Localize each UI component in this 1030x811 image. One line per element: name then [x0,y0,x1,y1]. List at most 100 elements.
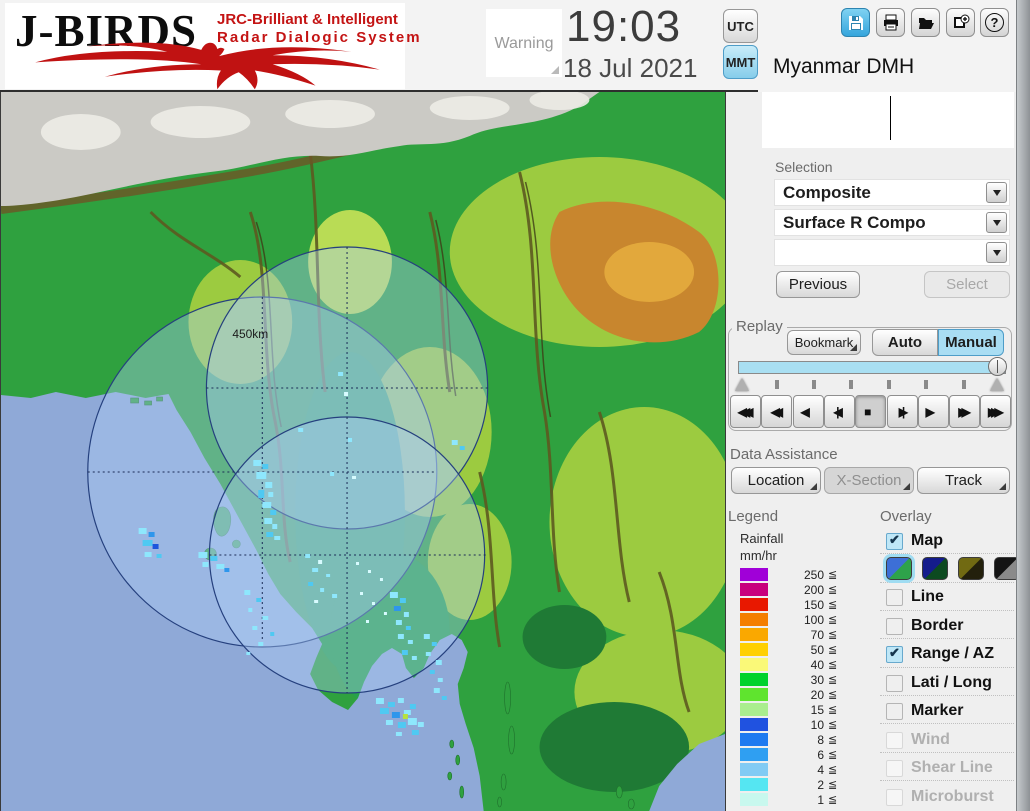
warning-dropdown[interactable]: Warning [486,9,562,77]
fast-rewind-2-button[interactable]: ◀◀ [761,395,793,428]
rain-cell [431,642,437,646]
chevron-down-icon [992,219,1001,226]
dropdown-arrow-button[interactable] [986,182,1007,203]
rain-cell [411,730,419,735]
legend-swatch [740,763,768,776]
auto-button[interactable]: Auto [872,329,938,356]
open-folder-button[interactable] [911,8,940,37]
overlay-item-wind[interactable]: Wind [886,729,1014,751]
selection-dropdown-3[interactable] [774,239,1010,266]
bookmark-button[interactable]: Bookmark [787,330,861,355]
separator [880,582,1014,583]
timeline-tick [962,380,966,389]
track-button[interactable]: Track [917,467,1010,494]
manual-button[interactable]: Manual [938,329,1004,356]
lte-symbol: ≦ [828,628,838,641]
location-button[interactable]: Location [731,467,821,494]
legend-swatch [740,628,768,641]
mmt-button[interactable]: MMT [723,45,758,79]
rain-cell [262,616,269,620]
legend-row: 6 ≦ [740,747,837,762]
lte-symbol: ≦ [828,568,838,581]
step-forward-button[interactable]: ▶| [886,395,918,428]
selection-dropdown-1[interactable]: Composite [774,179,1010,206]
separator [880,638,1014,639]
dropdown-arrow-button[interactable] [986,212,1007,233]
rain-cell [379,708,389,714]
rain-cell [402,714,408,719]
checkbox[interactable] [886,674,903,692]
rain-cell [258,490,265,498]
legend-unit-line2: mm/hr [740,548,777,563]
play-reverse-button[interactable]: ◀ [792,395,824,428]
overlay-item-marker[interactable]: Marker [886,700,1014,722]
separator [880,695,1014,696]
legend-swatch [740,688,768,701]
rain-cell [258,642,264,646]
overlay-item-line[interactable]: Line [886,586,1014,608]
replay-timeline-handle[interactable] [988,357,1007,376]
select-button[interactable]: Select [924,271,1010,298]
stop-button[interactable]: ■ [855,395,887,428]
previous-button[interactable]: Previous [776,271,860,298]
checkbox[interactable] [886,702,903,720]
play-button[interactable]: ▶ [917,395,949,428]
rain-cell [318,560,323,564]
legend-row: 2 ≦ [740,777,837,792]
fast-forward-3-button[interactable]: ▶▶▶ [980,395,1012,428]
checkbox[interactable] [886,588,903,606]
add-image-button[interactable] [946,8,975,37]
chevron-down-icon [992,189,1001,196]
rain-cell [274,536,281,540]
fast-rewind-3-button[interactable]: ◀◀◀ [730,395,761,428]
overlay-item-microburst[interactable]: Microburst [886,786,1014,808]
utc-button[interactable]: UTC [723,9,758,43]
x-section-button[interactable]: X-Section [824,467,914,494]
checkbox[interactable] [886,532,903,550]
print-button[interactable] [876,8,905,37]
fast-forward-2-button[interactable]: ▶▶ [949,395,981,428]
print-icon [883,14,898,30]
dropdown-arrow-button[interactable] [986,242,1007,263]
overlay-item-range-az[interactable]: Range / AZ [886,643,1014,665]
radar-map[interactable]: 450km [0,90,749,811]
rain-cell [265,482,273,488]
overlay-item-shear-line[interactable]: Shear Line [886,757,1014,779]
legend-value: 30 [810,672,824,687]
overlay-item-label: Line [911,588,944,605]
map-style-swatch-1[interactable] [886,557,912,580]
lte-symbol: ≦ [828,763,838,776]
separator [880,780,1014,781]
legend-value: 40 [810,657,824,672]
separator [880,752,1014,753]
rain-cell [156,554,162,558]
rain-cell [417,722,424,727]
station-display [762,92,1014,148]
timeline-start-marker[interactable] [735,378,749,391]
rain-cell [367,570,371,573]
rain-cell [224,568,230,572]
station-title: Myanmar DMH [773,55,915,78]
right-edge-strip[interactable] [1016,0,1030,811]
rain-cell [405,626,411,630]
rain-cell [338,372,344,376]
map-style-swatch-3[interactable] [958,557,984,580]
logo-tagline-1: JRC-Brilliant & Intelligent [217,11,398,28]
overlay-item-map[interactable]: Map [886,530,1014,552]
checkbox[interactable] [886,617,903,635]
step-back-button[interactable]: |◀ [823,395,855,428]
checkbox[interactable] [886,645,903,663]
overlay-item-border[interactable]: Border [886,615,1014,637]
rain-cell [395,732,402,736]
save-button[interactable] [841,8,870,37]
replay-timeline-track[interactable] [738,361,1006,374]
timeline-tick [812,380,816,389]
timeline-end-marker[interactable] [990,378,1004,391]
selection-dropdown-2[interactable]: Surface R Compo [774,209,1010,236]
help-button[interactable]: ? [980,8,1009,37]
fast-rewind-3-icon: ◀◀◀ [737,404,754,419]
map-style-swatch-2[interactable] [922,557,948,580]
rain-cell [441,696,447,700]
overlay-item-lati-long[interactable]: Lati / Long [886,672,1014,694]
play-icon: ▶ [925,404,935,419]
